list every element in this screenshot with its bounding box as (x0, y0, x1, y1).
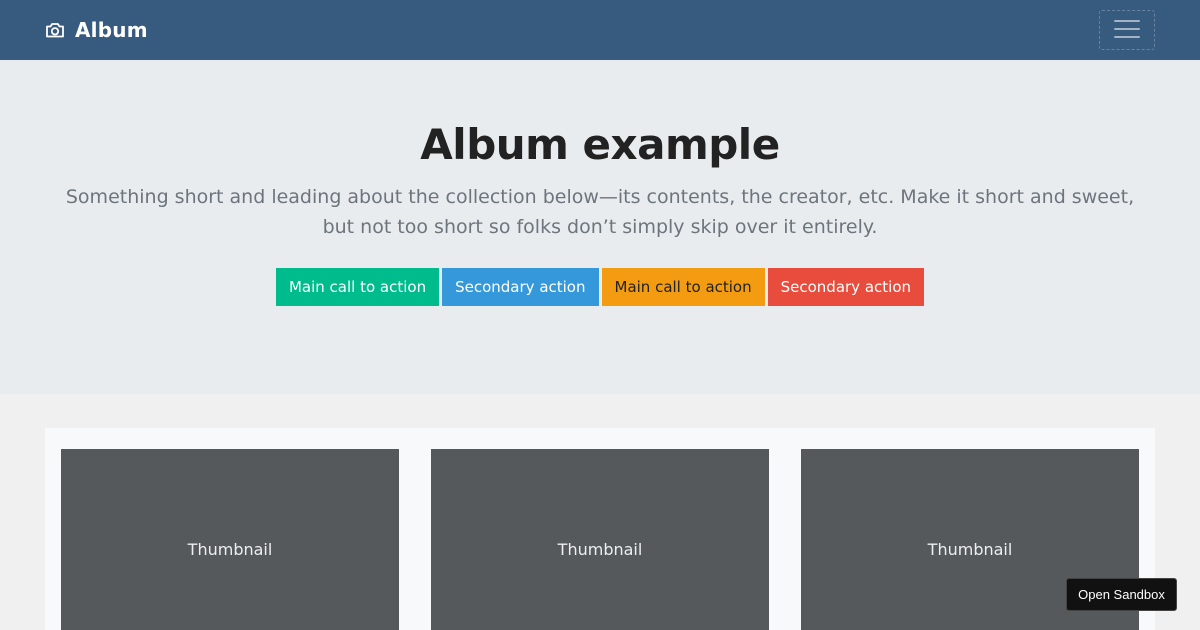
hamburger-icon (1114, 19, 1140, 42)
navbar: Album (0, 0, 1200, 60)
brand-link[interactable]: Album (45, 18, 148, 42)
camera-icon (45, 20, 65, 40)
main-cta-button-2[interactable]: Main call to action (601, 268, 765, 306)
brand-title: Album (75, 18, 148, 42)
thumbnail-label: Thumbnail (927, 539, 1013, 559)
hero-lead: Something short and leading about the co… (65, 186, 1135, 238)
open-sandbox-button[interactable]: Open Sandbox (1066, 578, 1177, 611)
thumbnail-card: Thumbnail (61, 449, 399, 630)
album-section: Thumbnail Thumbnail Thumbnail (0, 394, 1200, 630)
hero-title: Album example (420, 120, 780, 169)
thumbnail-card: Thumbnail (431, 449, 769, 630)
hero-actions: Main call to action Secondary action Mai… (0, 268, 1200, 306)
main-cta-button-1[interactable]: Main call to action (275, 268, 440, 306)
navbar-toggler-button[interactable] (1099, 10, 1155, 50)
secondary-action-button-1[interactable]: Secondary action (442, 268, 599, 306)
thumbnail-label: Thumbnail (187, 539, 273, 559)
secondary-action-button-2[interactable]: Secondary action (767, 268, 925, 306)
album-container: Thumbnail Thumbnail Thumbnail (45, 428, 1155, 630)
thumbnail-label: Thumbnail (557, 539, 643, 559)
hero-section: Album example Something short and leadin… (0, 60, 1200, 394)
